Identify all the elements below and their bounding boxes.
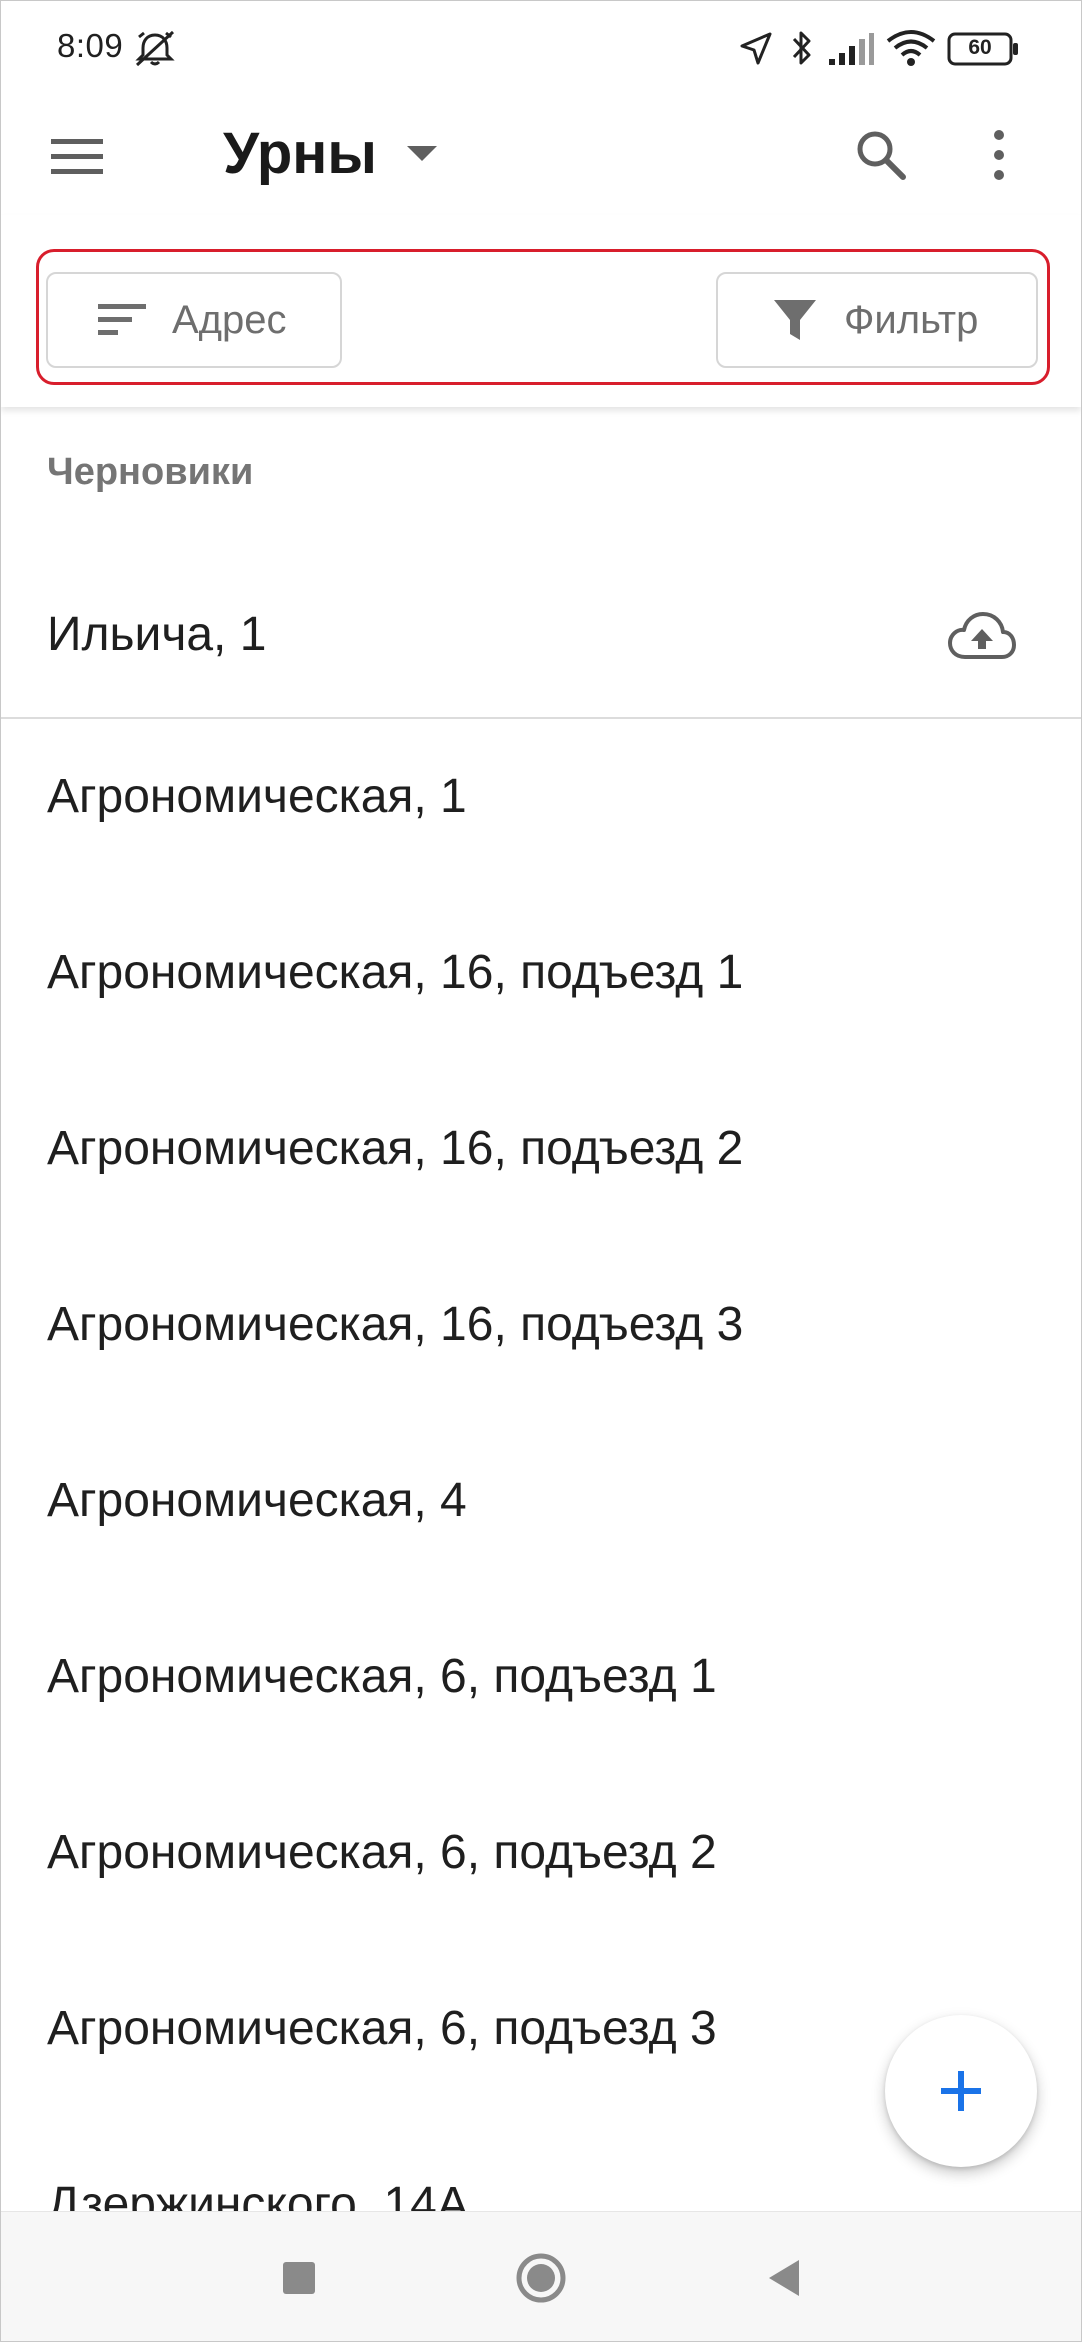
bluetooth-icon (792, 31, 811, 65)
filter-button[interactable]: Фильтр (716, 272, 1038, 368)
content-list[interactable]: Черновики Ильича, 1 Агрономическая, 1 Аг… (1, 407, 1081, 2211)
screen: 8:09 60 Урны Адрес Фильтр Черновики Ильи… (0, 0, 1082, 2342)
list-item-label: Дзержинского, 14А (47, 2178, 469, 2211)
app-bar: Урны (1, 97, 1081, 215)
plus-icon (941, 2071, 981, 2111)
signal-icon (829, 33, 874, 65)
sort-button[interactable]: Адрес (46, 272, 342, 368)
list-item[interactable]: Агрономическая, 16, подъезд 2 (1, 1071, 1081, 1247)
list-item[interactable]: Агрономическая, 6, подъезд 2 (1, 1775, 1081, 1951)
add-button[interactable] (885, 2015, 1037, 2167)
location-icon (740, 32, 772, 65)
status-time: 8:09 (57, 27, 124, 64)
status-bar: 8:09 60 (1, 1, 1081, 97)
battery-level: 60 (968, 36, 992, 59)
menu-icon[interactable] (47, 129, 111, 185)
wifi-icon (886, 30, 936, 66)
drafts-section-title: Черновики (47, 451, 254, 493)
back-icon[interactable] (753, 2246, 817, 2310)
list-item-label: Агрономическая, 6, подъезд 3 (47, 2002, 717, 2055)
system-nav-bar (1, 2211, 1081, 2341)
list-item-label: Агрономическая, 16, подъезд 2 (47, 1122, 744, 1175)
list-item-label: Агрономическая, 1 (47, 770, 467, 823)
sort-filter-toolbar: Адрес Фильтр (1, 215, 1081, 407)
page-title: Урны (223, 120, 377, 186)
list-item[interactable]: Агрономическая, 4 (1, 1423, 1081, 1599)
cloud-upload-icon[interactable] (947, 609, 1017, 665)
list-item-label: Агрономическая, 6, подъезд 1 (47, 1650, 717, 1703)
filter-label: Фильтр (844, 297, 979, 342)
recents-icon[interactable] (267, 2246, 331, 2310)
list-item-label: Агрономическая, 16, подъезд 3 (47, 1298, 744, 1351)
dropdown-icon (406, 146, 437, 161)
draft-item-label: Ильича, 1 (47, 608, 267, 661)
list-item-label: Агрономическая, 6, подъезд 2 (47, 1826, 717, 1879)
list-item[interactable]: Агрономическая, 1 (1, 719, 1081, 895)
sort-label: Адрес (172, 297, 287, 342)
list-item[interactable]: Агрономическая, 6, подъезд 1 (1, 1599, 1081, 1775)
address-list: Агрономическая, 1 Агрономическая, 16, по… (1, 719, 1081, 2211)
list-item-label: Агрономическая, 16, подъезд 1 (47, 946, 744, 999)
draft-item[interactable]: Ильича, 1 (1, 557, 1081, 717)
title-dropdown[interactable]: Урны (223, 117, 439, 189)
search-icon[interactable] (851, 125, 911, 185)
list-item[interactable]: Агрономическая, 16, подъезд 1 (1, 895, 1081, 1071)
filter-icon (774, 300, 816, 340)
list-item[interactable]: Агрономическая, 16, подъезд 3 (1, 1247, 1081, 1423)
more-icon[interactable] (977, 125, 1021, 185)
home-icon[interactable] (509, 2246, 573, 2310)
mute-alarm-icon (135, 30, 175, 67)
list-item-label: Агрономическая, 4 (47, 1474, 467, 1527)
sort-icon (98, 304, 146, 335)
battery-icon: 60 (947, 31, 1021, 67)
